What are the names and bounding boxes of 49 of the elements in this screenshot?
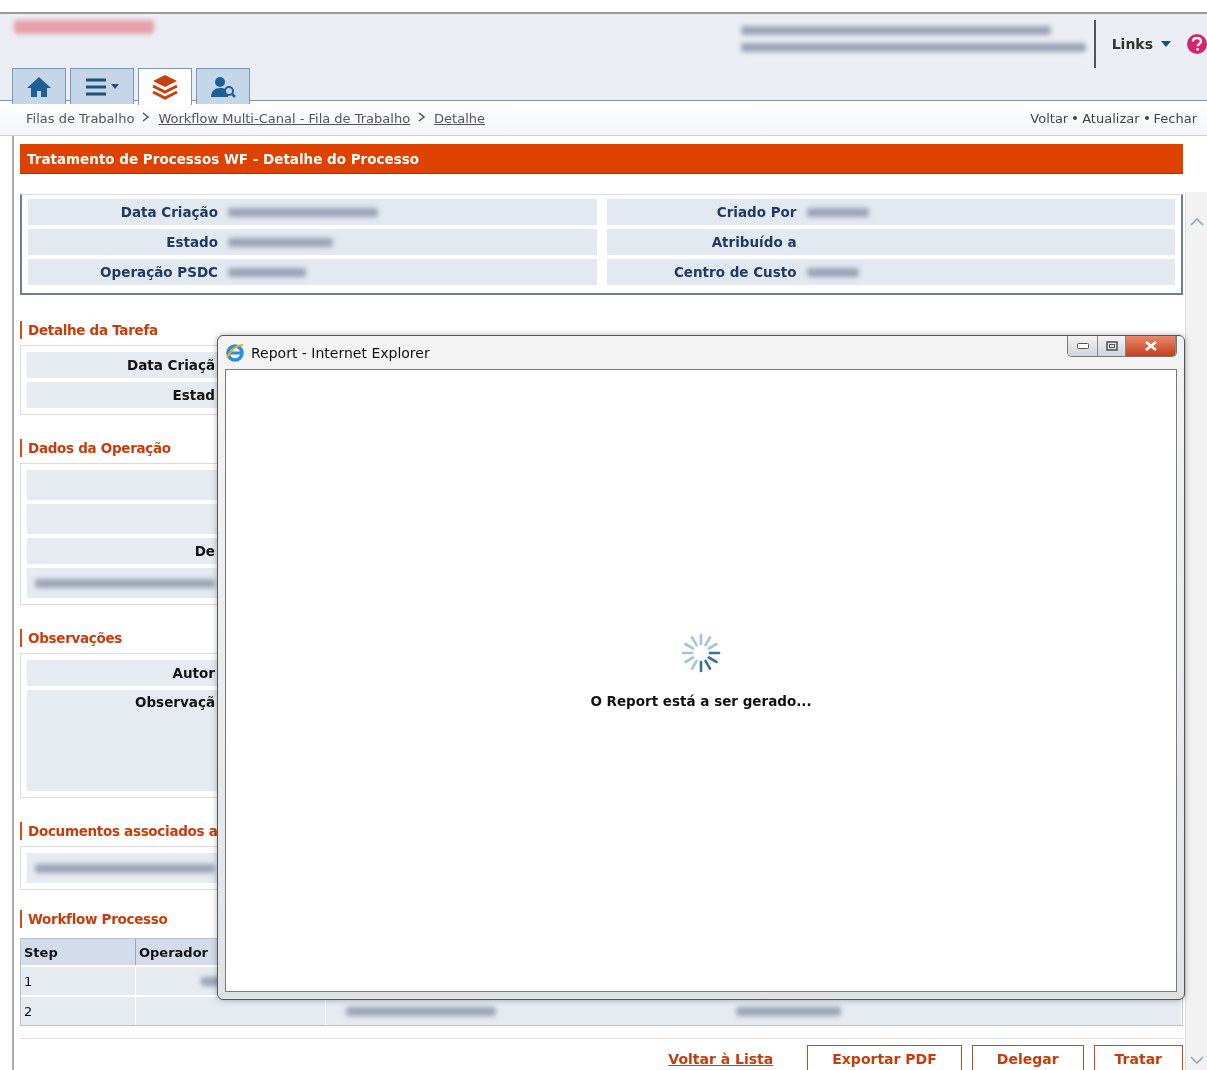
user-search-icon	[209, 74, 237, 99]
links-menu[interactable]: Links	[1105, 36, 1177, 52]
home-icon	[25, 74, 53, 99]
nav-tab[interactable]	[70, 68, 134, 104]
field-label: Centro de Custo	[672, 264, 797, 280]
field-label: Data Criação	[119, 204, 218, 220]
field-label: Criado Por	[715, 204, 797, 220]
field-label: Data Criaçã	[127, 357, 215, 373]
caret-icon	[111, 83, 119, 90]
dialog-title: Report - Internet Explorer	[251, 344, 430, 361]
layers-icon	[151, 73, 179, 101]
table-cell: 2	[21, 997, 136, 1025]
action-button[interactable]: Tratar	[1093, 1045, 1183, 1070]
field-label: Estad	[172, 387, 215, 403]
bullet-icon	[1144, 116, 1149, 120]
action-link[interactable]: Fechar	[1153, 110, 1197, 126]
field-label: Estado	[165, 234, 218, 250]
action-link[interactable]: Voltar	[1030, 110, 1069, 126]
help-icon[interactable]	[1187, 34, 1207, 54]
close-icon	[1144, 341, 1157, 351]
loading-spinner-icon	[681, 632, 721, 673]
page-title: Tratamento de Processos WF - Detalhe do Processo	[20, 144, 1183, 174]
minimize-icon	[1076, 343, 1089, 349]
maximize-button[interactable]	[1098, 336, 1126, 356]
maximize-icon	[1105, 341, 1118, 351]
caret-icon	[1161, 40, 1171, 48]
bullet-icon	[1073, 116, 1078, 120]
action-link[interactable]: Atualizar	[1082, 110, 1140, 126]
menu-icon	[85, 77, 107, 96]
action-button[interactable]: Exportar PDF	[807, 1045, 962, 1070]
chevron-icon	[142, 111, 151, 125]
nav-tab[interactable]	[12, 68, 66, 104]
browser-icon	[225, 342, 245, 363]
loading-message: O Report está a ser gerado...	[590, 692, 812, 709]
breadcrumb-link[interactable]: Detalhe	[434, 110, 485, 126]
field-label: Operação PSDC	[99, 264, 218, 280]
field-label: Atribuído a	[710, 234, 797, 250]
field-label: Autor	[172, 665, 215, 681]
field-label: Observaçã	[135, 694, 215, 710]
back-to-list-link[interactable]: Voltar à Lista	[668, 1051, 774, 1067]
nav-tab[interactable]	[138, 68, 192, 105]
minimize-button[interactable]	[1068, 336, 1098, 356]
nav-tab[interactable]	[196, 68, 250, 104]
breadcrumb-link[interactable]: Workflow Multi-Canal - Fila de Trabalho	[158, 110, 411, 126]
action-button[interactable]: Delegar	[971, 1045, 1084, 1070]
close-button[interactable]	[1126, 336, 1176, 356]
field-label: De	[194, 543, 215, 559]
breadcrumb-item[interactable]: Filas de Trabalho	[26, 110, 135, 126]
chevron-icon	[418, 111, 427, 125]
